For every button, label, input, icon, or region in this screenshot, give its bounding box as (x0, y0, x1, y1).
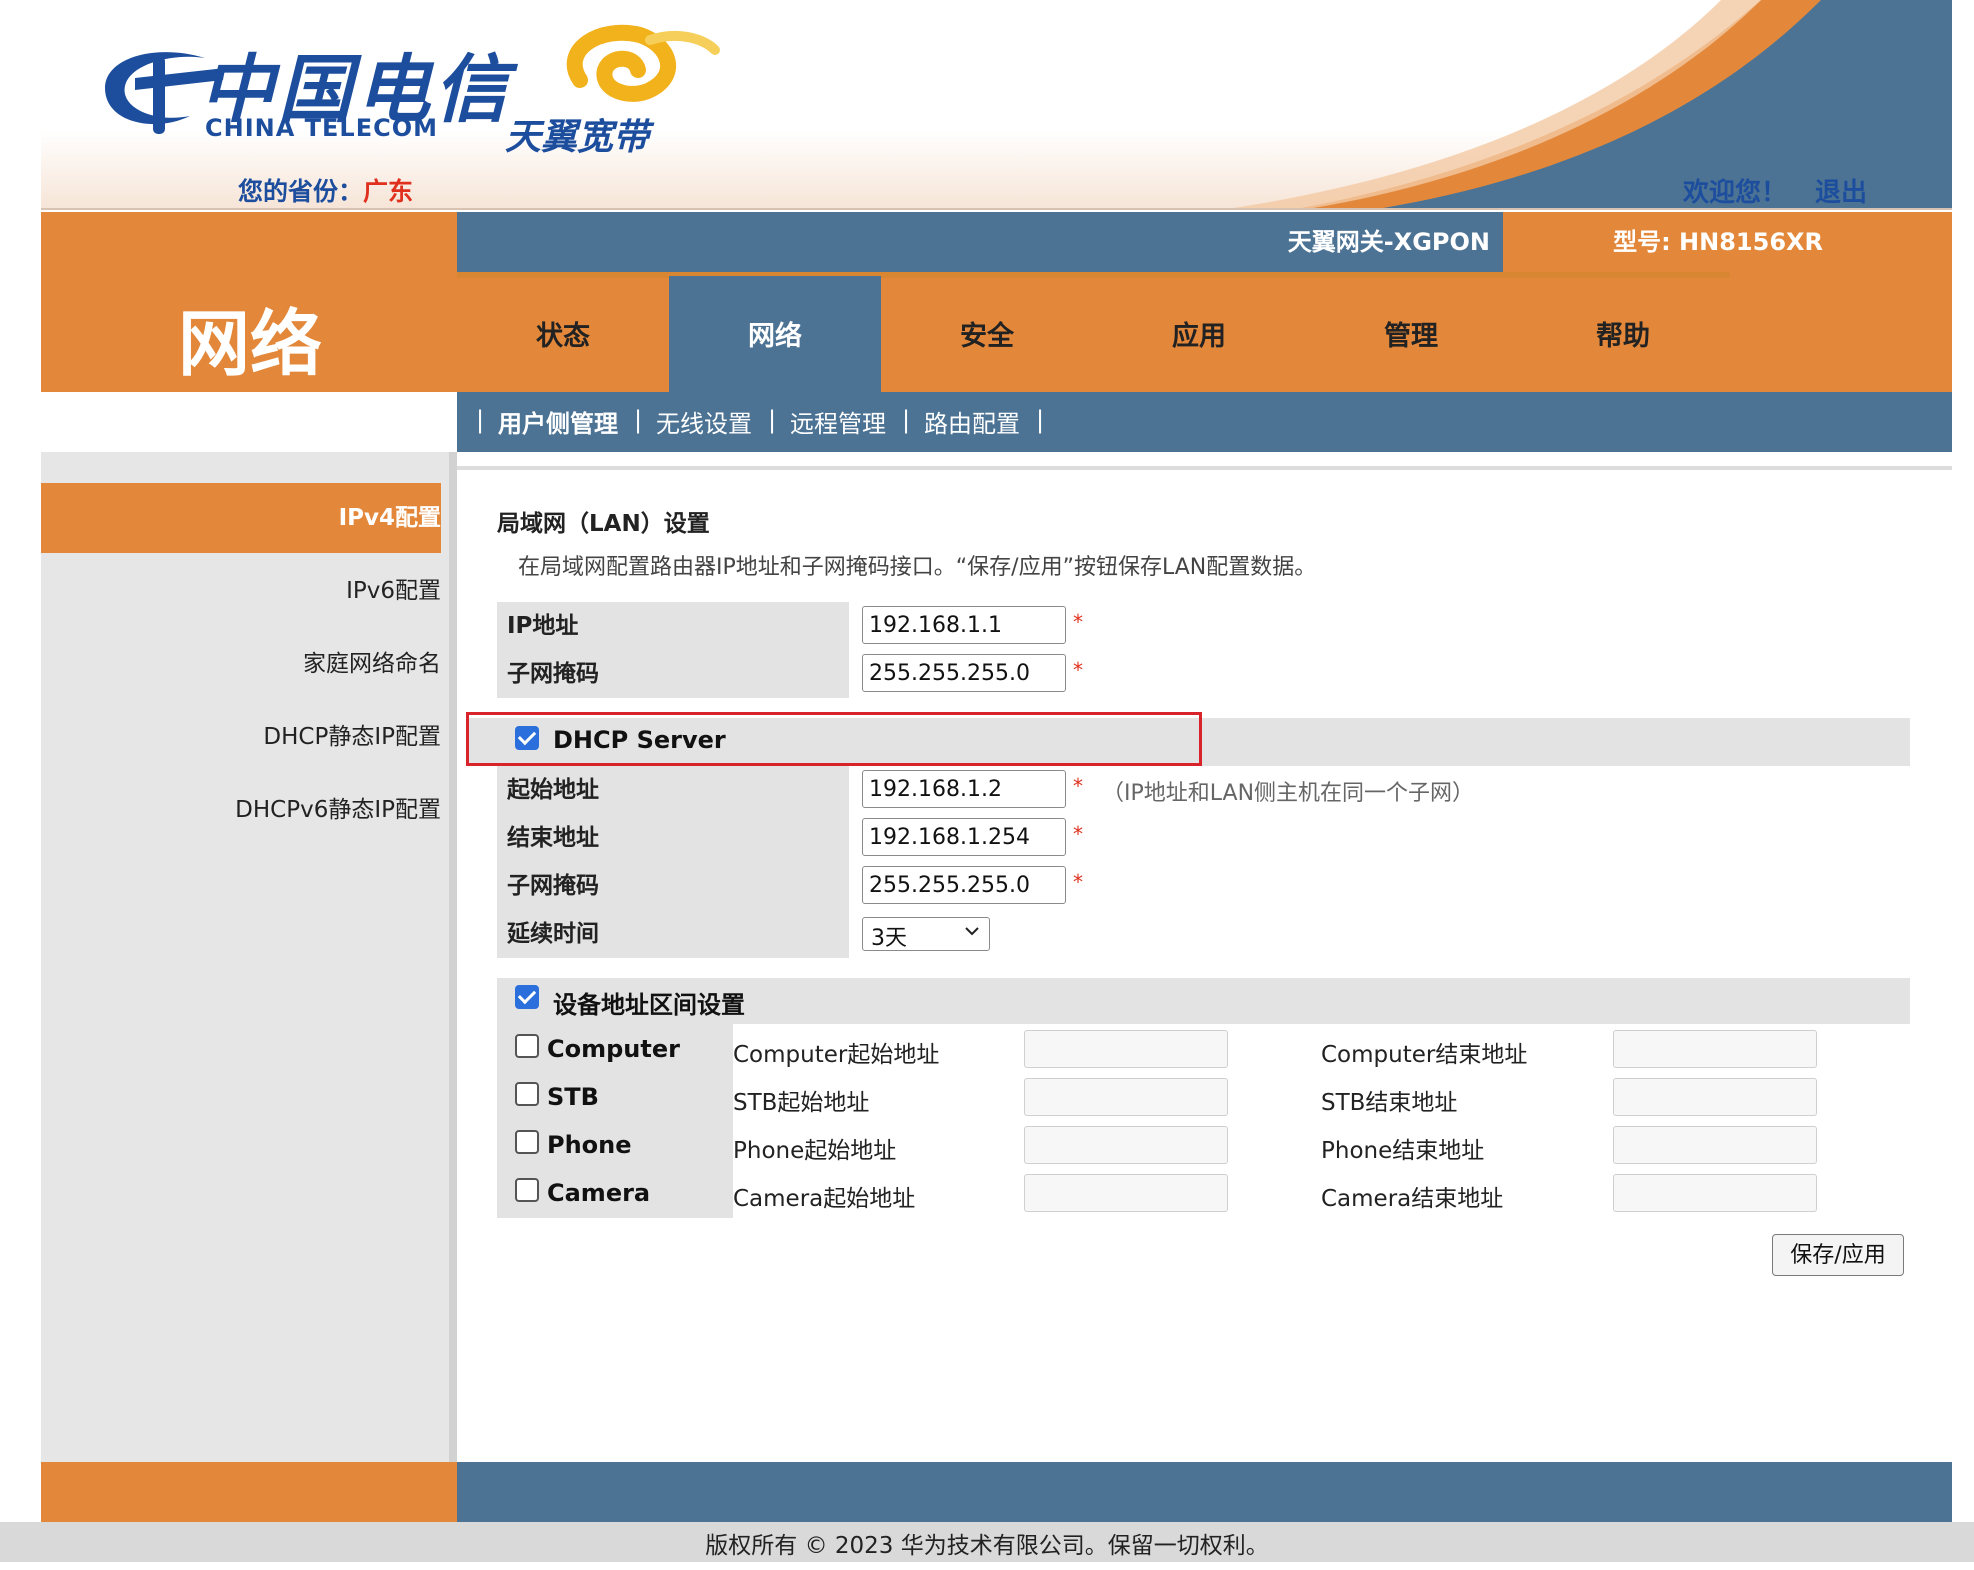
subnav-item-lan-management[interactable]: 用户侧管理 (498, 404, 618, 439)
device-name-camera: Camera (547, 1179, 651, 1207)
lease-time-value: 3天 (871, 926, 907, 951)
logout-link[interactable]: 退出 (1815, 172, 1867, 209)
subnav-separator: | (476, 406, 485, 434)
tab-network[interactable]: 网络 (669, 276, 881, 392)
stb-start-label: STB起始地址 (733, 1090, 870, 1116)
model-text: 型号: HN8156XR (1613, 228, 1823, 256)
tianyi-swirl-icon (566, 24, 720, 102)
required-marker: * (1073, 658, 1083, 682)
device-name-stb: STB (547, 1083, 599, 1111)
tab-help[interactable]: 帮助 (1517, 276, 1729, 392)
phone-start-label: Phone起始地址 (733, 1138, 897, 1164)
sidebar-edge (449, 452, 457, 1462)
required-marker: * (1073, 822, 1083, 846)
tab-application[interactable]: 应用 (1093, 276, 1305, 392)
computer-start-input[interactable] (1024, 1030, 1228, 1068)
lease-time-label: 延续时间 (497, 910, 849, 958)
subnav-separator: | (768, 406, 777, 434)
camera-start-input[interactable] (1024, 1174, 1228, 1212)
phone-end-label: Phone结束地址 (1321, 1138, 1485, 1164)
camera-checkbox[interactable] (515, 1178, 539, 1202)
required-marker: * (1073, 774, 1083, 798)
required-marker: * (1073, 610, 1083, 634)
sidebar-item-dhcpv6-static[interactable]: DHCPv6静态IP配置 (41, 775, 441, 845)
subnav-item-wireless[interactable]: 无线设置 (656, 404, 752, 439)
page-title: 局域网（LAN）设置 (497, 511, 710, 537)
camera-start-label: Camera起始地址 (733, 1186, 916, 1212)
dhcp-mask-input[interactable] (862, 866, 1066, 904)
footer-left-bar (41, 1462, 457, 1522)
stb-start-input[interactable] (1024, 1078, 1228, 1116)
sidebar-item-dhcp-static[interactable]: DHCP静态IP配置 (41, 702, 441, 772)
chevron-down-icon (965, 927, 979, 936)
dhcp-mask-label: 子网掩码 (497, 862, 849, 910)
dhcp-server-label: DHCP Server (553, 726, 726, 754)
dhcp-end-input[interactable] (862, 818, 1066, 856)
welcome-text: 欢迎您！ (1683, 178, 1788, 208)
computer-end-input[interactable] (1613, 1030, 1817, 1068)
device-name-computer: Computer (547, 1035, 680, 1063)
phone-end-input[interactable] (1613, 1126, 1817, 1164)
page-description: 在局域网配置路由器IP地址和子网掩码接口。“保存/应用”按钮保存LAN配置数据。 (518, 555, 1317, 580)
dhcp-server-checkbox[interactable] (515, 726, 539, 750)
dhcp-start-label: 起始地址 (497, 766, 849, 814)
camera-end-input[interactable] (1613, 1174, 1817, 1212)
save-apply-button[interactable]: 保存/应用 (1772, 1234, 1904, 1276)
stb-checkbox[interactable] (515, 1082, 539, 1106)
footer-right-bar (457, 1462, 1952, 1522)
required-marker: * (1073, 870, 1083, 894)
device-range-checkbox[interactable] (515, 985, 539, 1009)
dhcp-start-hint: （IP地址和LAN侧主机在同一个子网） (1102, 781, 1475, 806)
stb-end-input[interactable] (1613, 1078, 1817, 1116)
dhcp-end-label: 结束地址 (497, 814, 849, 862)
tab-management[interactable]: 管理 (1305, 276, 1517, 392)
subnav-item-routing[interactable]: 路由配置 (924, 404, 1020, 439)
header-divider (41, 208, 1952, 210)
device-name-phone: Phone (547, 1131, 632, 1159)
ip-address-label: IP地址 (497, 602, 849, 650)
section-title: 网络 (177, 302, 322, 386)
subnav-item-remote[interactable]: 远程管理 (790, 404, 886, 439)
tab-security[interactable]: 安全 (881, 276, 1093, 392)
logo-english-text: CHINA TELECOM (205, 114, 438, 142)
sidebar-item-ipv6[interactable]: IPv6配置 (41, 556, 441, 626)
phone-start-input[interactable] (1024, 1126, 1228, 1164)
computer-end-label: Computer结束地址 (1321, 1042, 1528, 1068)
sidebar-item-home-network-naming[interactable]: 家庭网络命名 (41, 629, 441, 699)
subnav-separator: | (1036, 406, 1045, 434)
subnav-separator: | (634, 406, 643, 434)
device-range-label: 设备地址区间设置 (553, 991, 745, 1019)
ip-address-input[interactable] (862, 606, 1066, 644)
computer-checkbox[interactable] (515, 1034, 539, 1058)
subnet-mask-label: 子网掩码 (497, 650, 849, 698)
subnet-mask-input[interactable] (862, 654, 1066, 692)
tab-status[interactable]: 状态 (457, 276, 669, 392)
province-value: 广东 (363, 177, 414, 206)
sub-brand-text: 天翼宽带 (505, 117, 650, 158)
stb-end-label: STB结束地址 (1321, 1090, 1458, 1116)
subnav-separator: | (902, 406, 911, 434)
phone-checkbox[interactable] (515, 1130, 539, 1154)
content-top-border (457, 466, 1952, 470)
dhcp-start-input[interactable] (862, 770, 1066, 808)
computer-start-label: Computer起始地址 (733, 1042, 940, 1068)
sidebar-item-ipv4[interactable]: IPv4配置 (41, 483, 441, 553)
province-label: 您的省份： (238, 177, 364, 206)
copyright-text: 版权所有 © 2023 华为技术有限公司。保留一切权利。 (705, 1533, 1269, 1559)
camera-end-label: Camera结束地址 (1321, 1186, 1504, 1212)
province-indicator: 您的省份：广东 (238, 172, 413, 208)
gateway-name: 天翼网关-XGPON (1287, 228, 1490, 256)
